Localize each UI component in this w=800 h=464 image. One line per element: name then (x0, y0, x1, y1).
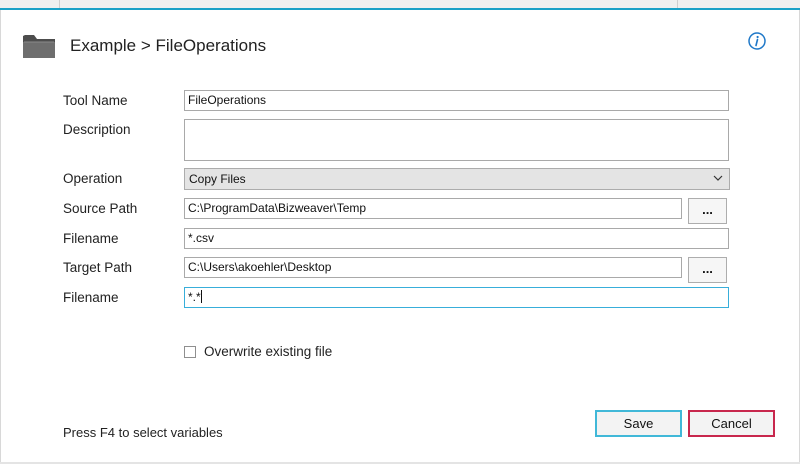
tool-name-value: FileOperations (188, 93, 267, 107)
overwrite-checkbox[interactable] (184, 346, 196, 358)
overwrite-checkbox-label[interactable]: Overwrite existing file (204, 344, 332, 359)
target-filename-value: *.* (188, 290, 201, 304)
source-filename-label: Filename (63, 231, 119, 246)
tool-name-input[interactable]: FileOperations (184, 90, 729, 111)
text-caret (200, 290, 202, 303)
target-path-input[interactable]: C:\Users\akoehler\Desktop (184, 257, 682, 278)
cancel-button[interactable]: Cancel (688, 410, 775, 437)
page-title: Example > FileOperations (70, 36, 267, 55)
save-button[interactable]: Save (595, 410, 682, 437)
folder-icon (23, 35, 55, 58)
target-path-value: C:\Users\akoehler\Desktop (188, 260, 332, 274)
source-path-browse-button[interactable]: ... (688, 198, 727, 224)
source-filename-value: *.csv (188, 231, 215, 245)
description-textarea[interactable] (184, 119, 729, 161)
operation-selected-value: Copy Files (189, 172, 246, 186)
accent-bar (0, 8, 800, 10)
target-path-label: Target Path (63, 260, 133, 275)
target-path-browse-button[interactable]: ... (688, 257, 727, 283)
tool-name-label: Tool Name (63, 93, 128, 108)
variables-hint: Press F4 to select variables (63, 425, 223, 440)
target-filename-input[interactable]: *.* (184, 287, 729, 308)
target-filename-label: Filename (63, 290, 119, 305)
source-filename-input[interactable]: *.csv (184, 228, 729, 249)
chevron-down-icon (713, 175, 723, 181)
source-path-input[interactable]: C:\ProgramData\Bizweaver\Temp (184, 198, 682, 219)
source-path-label: Source Path (63, 201, 138, 216)
operation-select[interactable]: Copy Files (184, 168, 730, 190)
source-path-value: C:\ProgramData\Bizweaver\Temp (188, 201, 367, 215)
description-label: Description (63, 122, 131, 137)
info-icon[interactable] (748, 32, 766, 50)
window-top-strip (0, 0, 800, 8)
top-strip-segment (0, 0, 60, 8)
dialog-left-border (0, 10, 1, 464)
top-strip-segment (60, 0, 678, 8)
operation-label: Operation (63, 171, 123, 186)
